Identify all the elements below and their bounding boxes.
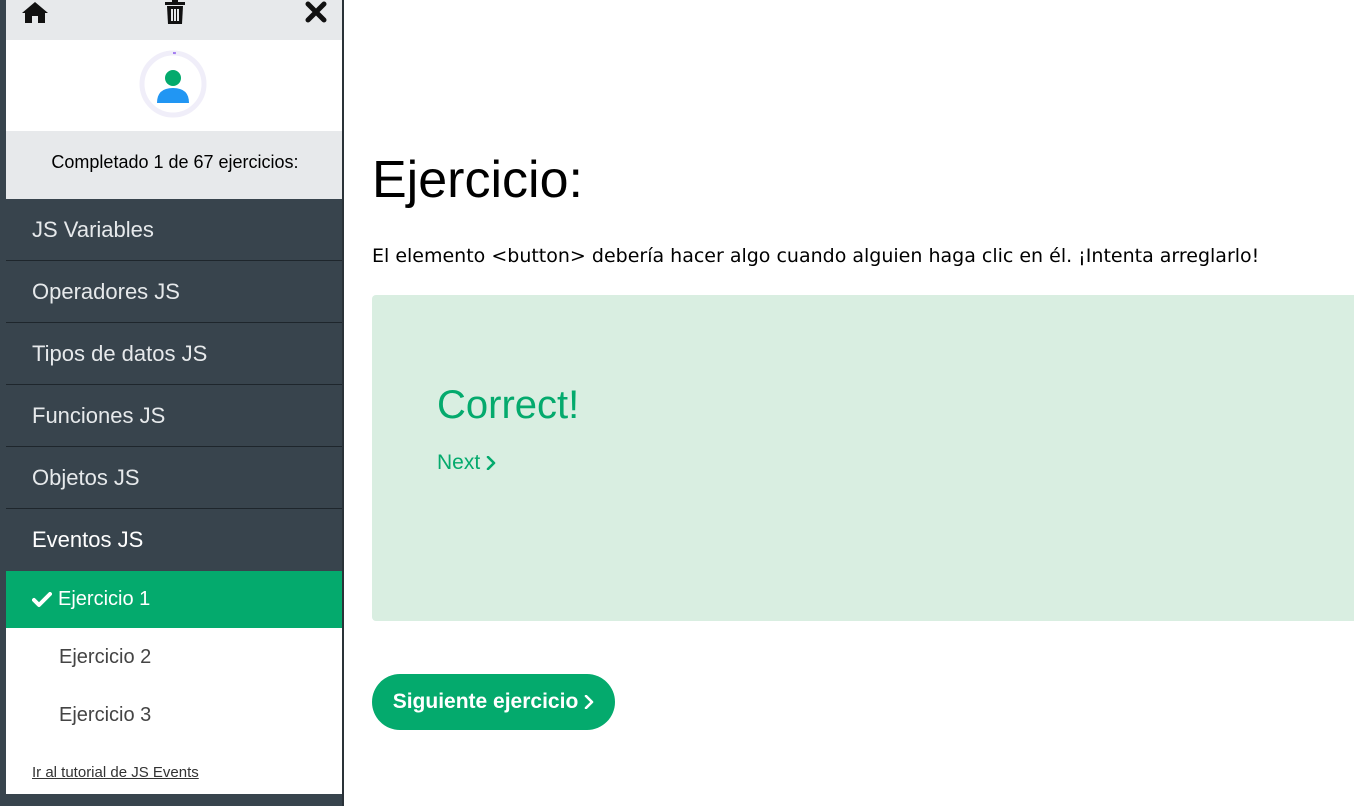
close-icon[interactable] xyxy=(301,0,331,26)
next-link-label: Next xyxy=(437,451,481,474)
menu-item-operadores-js[interactable]: Operadores JS xyxy=(6,261,342,323)
chevron-right-icon xyxy=(584,695,594,709)
page-title: Ejercicio: xyxy=(372,151,583,209)
exercise-item-1[interactable]: Ejercicio 1 xyxy=(6,571,342,628)
trash-icon[interactable] xyxy=(160,0,190,26)
progress-text: Completado 1 de 67 ejercicios: xyxy=(6,131,342,199)
exercise-item-label: Ejercicio 2 xyxy=(59,645,152,668)
next-exercise-button[interactable]: Siguiente ejercicio xyxy=(372,674,615,730)
topic-menu: JS Variables Operadores JS Tipos de dato… xyxy=(6,199,342,794)
menu-item-eventos-js[interactable]: Eventos JS xyxy=(6,509,342,571)
tutorial-link[interactable]: Ir al tutorial de JS Events xyxy=(32,764,199,781)
next-link[interactable]: Next xyxy=(437,451,496,475)
chevron-right-icon xyxy=(486,456,496,470)
menu-item-js-variables[interactable]: JS Variables xyxy=(6,199,342,261)
profile-area xyxy=(6,40,342,131)
result-title: Correct! xyxy=(437,383,580,427)
check-icon xyxy=(32,591,52,608)
exercise-description: El elemento <button> debería hacer algo … xyxy=(372,245,1260,267)
exercise-item-label: Ejercicio 1 xyxy=(58,588,151,610)
tutorial-link-row: Ir al tutorial de JS Events xyxy=(6,744,342,794)
main-content: Ejercicio: El elemento <button> debería … xyxy=(372,0,1354,806)
home-icon[interactable] xyxy=(20,0,50,26)
user-icon xyxy=(139,50,207,118)
menu-item-funciones-js[interactable]: Funciones JS xyxy=(6,385,342,447)
menu-item-tipos-de-datos-js[interactable]: Tipos de datos JS xyxy=(6,323,342,385)
exercise-item-2[interactable]: Ejercicio 2 xyxy=(6,628,342,686)
sidebar-toolbar xyxy=(6,0,342,40)
exercise-item-3[interactable]: Ejercicio 3 xyxy=(6,686,342,744)
menu-item-objetos-js[interactable]: Objetos JS xyxy=(6,447,342,509)
next-exercise-label: Siguiente ejercicio xyxy=(392,690,579,713)
sidebar: Completado 1 de 67 ejercicios: JS Variab… xyxy=(0,0,344,806)
avatar[interactable] xyxy=(139,50,207,118)
exercise-item-label: Ejercicio 3 xyxy=(59,703,152,726)
exercise-list: Ejercicio 1 Ejercicio 2 Ejercicio 3 Ir a… xyxy=(6,571,342,794)
result-panel: Correct! Next xyxy=(372,295,1354,621)
